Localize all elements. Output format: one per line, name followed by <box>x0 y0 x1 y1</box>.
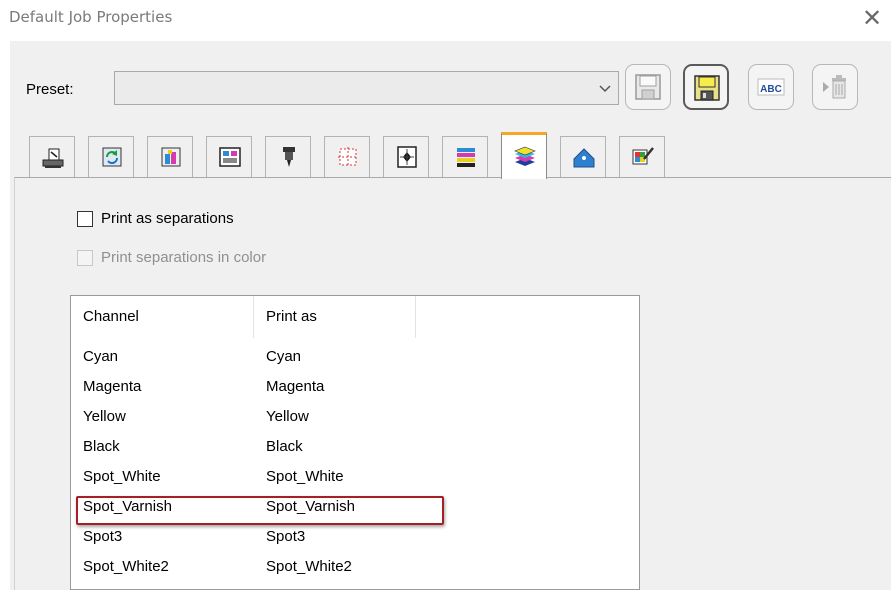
svg-text:ABC: ABC <box>760 84 782 95</box>
crop-marks-icon <box>338 147 358 167</box>
preset-dropdown[interactable] <box>114 71 619 105</box>
tab-marks[interactable] <box>324 136 370 178</box>
preset-label: Preset: <box>26 81 74 98</box>
channel-cell: Spot_White2 <box>83 558 169 575</box>
table-row[interactable]: Black Black <box>71 432 639 462</box>
print-as-cell: Spot_White <box>266 468 344 485</box>
print-separations-in-color-checkbox <box>77 250 93 266</box>
column-header-channel[interactable]: Channel <box>71 296 254 338</box>
tab-tags[interactable] <box>560 136 606 178</box>
table-row[interactable]: Cyan Cyan <box>71 342 639 372</box>
media-refresh-icon <box>102 147 122 167</box>
layers-icon <box>514 146 536 166</box>
channel-cell: Cyan <box>83 348 119 365</box>
save-preset-button[interactable] <box>625 64 671 110</box>
tab-strip <box>18 132 798 179</box>
channel-cell: Black <box>83 438 120 455</box>
color-bottle-icon <box>161 147 181 167</box>
tab-color[interactable] <box>147 136 193 178</box>
tab-media[interactable] <box>88 136 134 178</box>
save-as-preset-button[interactable] <box>683 64 729 110</box>
tab-cutting[interactable] <box>265 136 311 178</box>
position-icon <box>397 146 417 168</box>
close-icon[interactable]: ✕ <box>860 6 884 30</box>
tab-separations[interactable] <box>501 132 547 179</box>
cutter-icon <box>283 147 295 167</box>
trash-icon <box>823 75 846 99</box>
tab-color-bars[interactable] <box>442 136 488 178</box>
color-bars-icon <box>457 148 475 167</box>
table-row[interactable]: Spot_White Spot_White <box>71 462 639 492</box>
print-as-cell: Yellow <box>266 408 309 425</box>
tab-layout[interactable] <box>206 136 252 178</box>
delete-preset-button[interactable] <box>812 64 858 110</box>
rename-preset-button[interactable]: ABC <box>748 64 794 110</box>
table-row[interactable]: Spot3 Spot3 <box>71 522 639 552</box>
table-row[interactable]: Spot_White2 Spot_White2 <box>71 552 639 582</box>
print-as-cell: Black <box>266 438 303 455</box>
tab-printer[interactable] <box>29 136 75 178</box>
channel-cell: Spot_White <box>83 468 161 485</box>
floppy-disk-icon <box>635 74 661 100</box>
layout-icon <box>219 147 241 167</box>
channel-cell: Spot3 <box>83 528 123 545</box>
print-as-cell: Spot_White2 <box>266 558 352 575</box>
print-as-cell: Spot3 <box>266 528 306 545</box>
table-row[interactable]: Magenta Magenta <box>71 372 639 402</box>
column-header-print-as[interactable]: Print as <box>254 296 415 338</box>
column-divider[interactable] <box>415 296 416 338</box>
title-bar: Default Job Properties ✕ <box>0 0 891 40</box>
channel-cell: Magenta <box>83 378 142 395</box>
tag-icon <box>573 148 595 168</box>
printer-icon <box>42 148 64 168</box>
chevron-down-icon <box>599 85 611 93</box>
floppy-disk-yellow-icon <box>694 75 720 101</box>
table-row-highlighted[interactable]: Spot_Varnish Spot_Varnish <box>71 492 639 522</box>
print-as-cell: Cyan <box>266 348 302 365</box>
print-as-separations-label[interactable]: Print as separations <box>101 210 234 227</box>
print-as-cell: Spot_Varnish <box>266 498 355 515</box>
window-title: Default Job Properties <box>9 8 173 26</box>
color-picker-icon <box>632 147 654 165</box>
tab-color-picker[interactable] <box>619 136 665 178</box>
abc-rename-icon: ABC <box>757 78 785 96</box>
channel-cell: Spot_Varnish <box>83 498 172 515</box>
print-separations-in-color-label: Print separations in color <box>101 249 267 266</box>
channel-cell: Yellow <box>83 408 126 425</box>
tab-position[interactable] <box>383 136 429 178</box>
table-row[interactable]: Yellow Yellow <box>71 402 639 432</box>
print-as-cell: Magenta <box>266 378 325 395</box>
channels-table[interactable]: Channel Print as Cyan Cyan Magenta Magen… <box>70 295 640 590</box>
print-as-separations-checkbox[interactable] <box>77 211 93 227</box>
